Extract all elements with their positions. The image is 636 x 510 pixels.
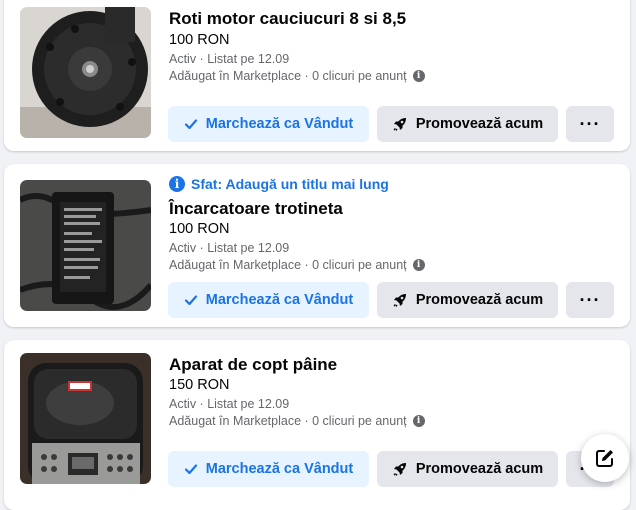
mark-as-sold-label: Marchează ca Vândut [205, 461, 354, 477]
check-icon [184, 464, 197, 475]
listing-card[interactable]: i Sfat: Adaugă un titlu mai lung Încarca… [4, 164, 630, 327]
listing-title[interactable]: Roti motor cauciucuri 8 si 8,5 [169, 9, 406, 29]
listing-price: 100 RON [169, 32, 230, 48]
listing-status: Activ · Listat pe 12.09 [169, 241, 290, 255]
check-icon [184, 119, 197, 130]
compose-icon [596, 450, 613, 467]
listing-title[interactable]: Aparat de copt pâine [169, 355, 337, 375]
rocket-icon [393, 463, 406, 476]
check-icon [184, 295, 197, 306]
listing-stats: Adăugat în Marketplace · 0 clicuri pe an… [169, 69, 425, 83]
promote-now-label: Promovează acum [415, 292, 544, 308]
info-icon[interactable]: i [412, 415, 425, 427]
mark-as-sold-button[interactable]: Marchează ca Vândut [168, 282, 369, 318]
listing-price: 150 RON [169, 377, 230, 393]
listing-tip[interactable]: i Sfat: Adaugă un titlu mai lung [169, 176, 389, 192]
info-icon[interactable]: i [412, 259, 425, 271]
charger-photo-image [20, 180, 151, 311]
promote-now-label: Promovează acum [415, 116, 544, 132]
listing-status: Activ · Listat pe 12.09 [169, 52, 290, 66]
more-options-button[interactable]: ··· [566, 106, 614, 142]
promote-now-button[interactable]: Promovează acum [377, 106, 558, 142]
promote-now-label: Promovează acum [415, 461, 544, 477]
listing-title[interactable]: Încarcatoare trotineta [169, 199, 343, 219]
wheel-photo-image [20, 7, 151, 138]
rocket-icon [393, 118, 406, 131]
info-icon[interactable]: i [412, 70, 425, 82]
listing-stats-text: Adăugat în Marketplace · 0 clicuri pe an… [169, 414, 407, 428]
info-icon: i [169, 176, 185, 192]
promote-now-button[interactable]: Promovează acum [377, 451, 558, 487]
bread-maker-photo-image [20, 353, 151, 484]
listing-stats: Adăugat în Marketplace · 0 clicuri pe an… [169, 258, 425, 272]
listing-photo-wheel[interactable] [20, 7, 151, 138]
listing-photo-charger[interactable] [20, 180, 151, 311]
more-options-button[interactable]: ··· [566, 282, 614, 318]
listing-card[interactable]: Aparat de copt pâine 150 RON Activ · Lis… [4, 340, 630, 510]
mark-as-sold-label: Marchează ca Vândut [205, 116, 354, 132]
compose-button[interactable] [581, 434, 629, 482]
listing-tip-text: Sfat: Adaugă un titlu mai lung [191, 176, 389, 192]
listing-price: 100 RON [169, 221, 230, 237]
listing-stats-text: Adăugat în Marketplace · 0 clicuri pe an… [169, 69, 407, 83]
promote-now-button[interactable]: Promovează acum [377, 282, 558, 318]
listing-stats: Adăugat în Marketplace · 0 clicuri pe an… [169, 414, 425, 428]
mark-as-sold-label: Marchează ca Vândut [205, 292, 354, 308]
listing-photo-bread-maker[interactable] [20, 353, 151, 484]
rocket-icon [393, 294, 406, 307]
listing-card[interactable]: Roti motor cauciucuri 8 si 8,5 100 RON A… [4, 0, 630, 151]
mark-as-sold-button[interactable]: Marchează ca Vândut [168, 106, 369, 142]
mark-as-sold-button[interactable]: Marchează ca Vândut [168, 451, 369, 487]
listing-stats-text: Adăugat în Marketplace · 0 clicuri pe an… [169, 258, 407, 272]
listing-status: Activ · Listat pe 12.09 [169, 397, 290, 411]
